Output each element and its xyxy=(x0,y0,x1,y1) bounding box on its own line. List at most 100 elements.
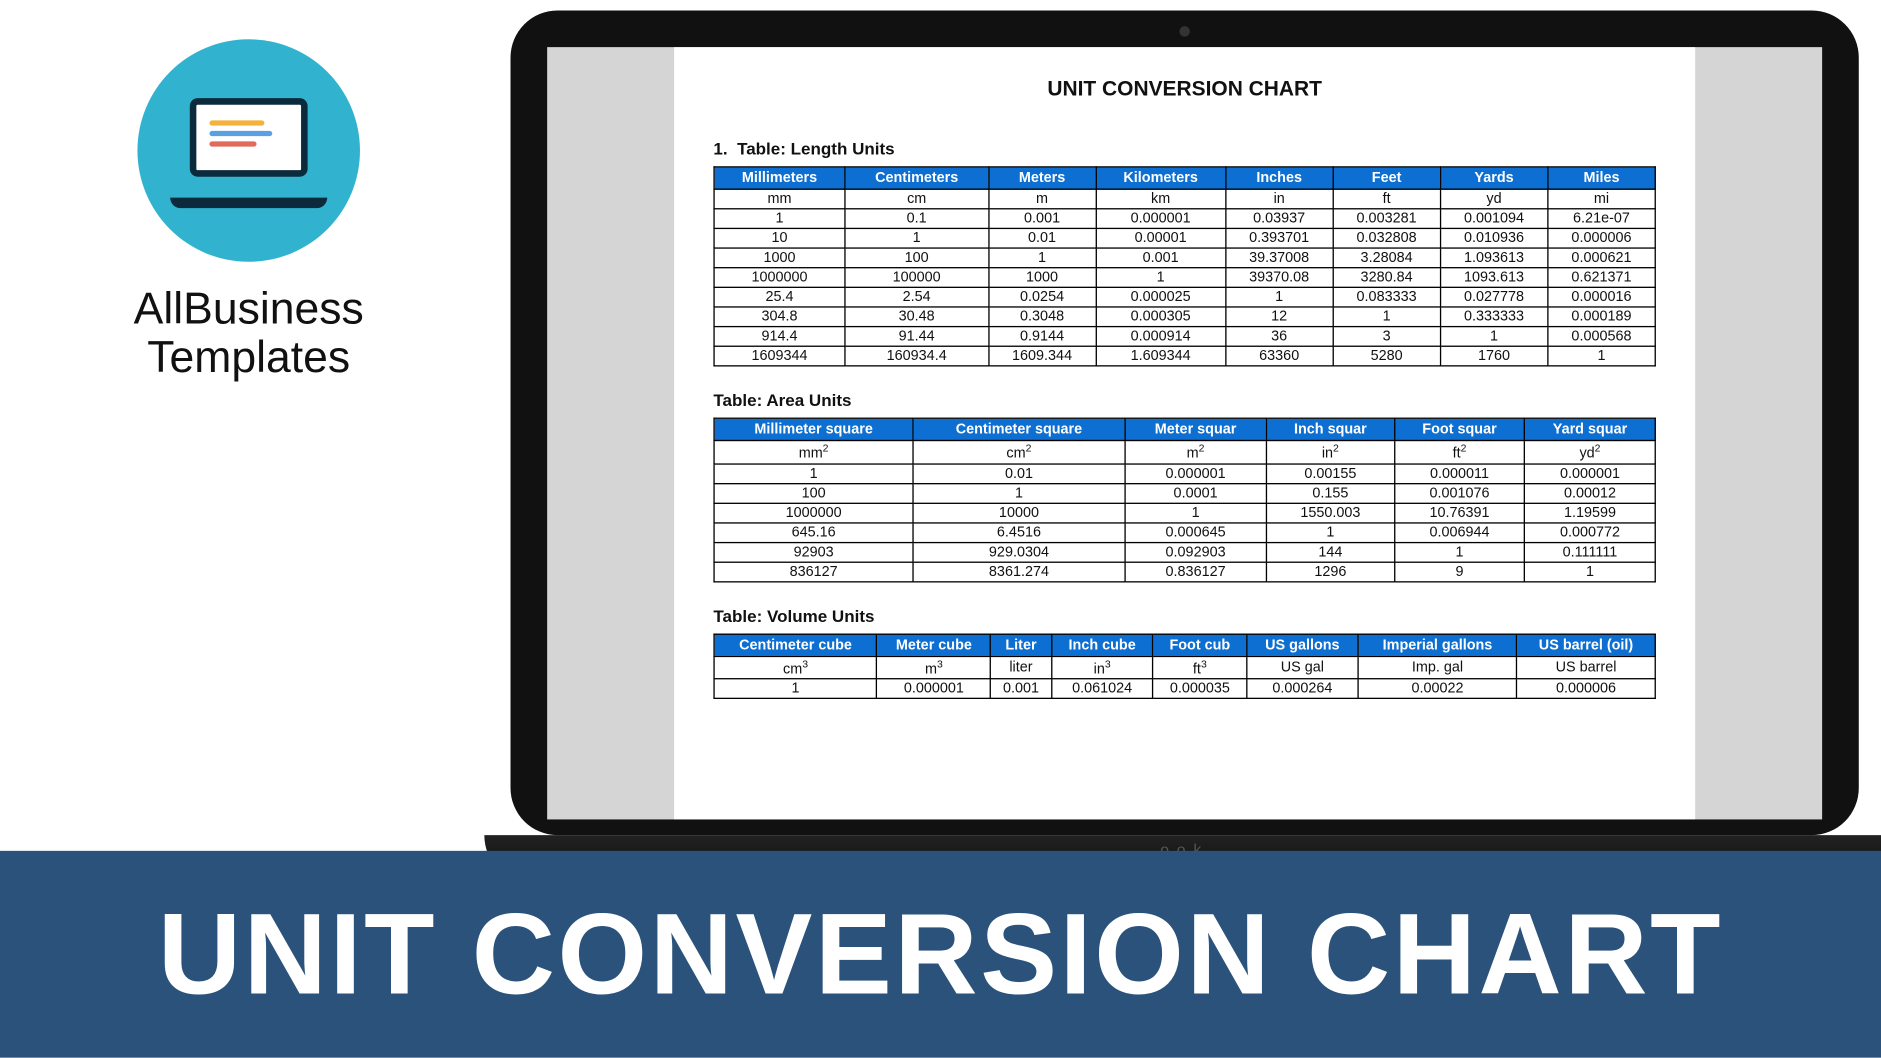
table-cell: 30.48 xyxy=(845,307,988,327)
table-cell: 3.28084 xyxy=(1333,248,1440,268)
table-cell: 0.333333 xyxy=(1440,307,1547,327)
table-header-cell: Inch cube xyxy=(1051,634,1153,656)
table-row: 1609344160934.41609.3441.609344633605280… xyxy=(714,346,1655,366)
table-cell: 1 xyxy=(1266,522,1394,542)
table-cell: 0.010936 xyxy=(1440,228,1547,248)
table-header-cell: Foot squar xyxy=(1394,418,1524,440)
table-row: 914.491.440.91440.00091436310.000568 xyxy=(714,327,1655,347)
table-unit-cell: cm2 xyxy=(913,440,1125,463)
table-header-cell: Imperial gallons xyxy=(1358,634,1517,656)
table-cell: 645.16 xyxy=(714,522,913,542)
table-header-cell: Yard squar xyxy=(1525,418,1656,440)
table-cell: 0.000006 xyxy=(1517,679,1655,699)
table-cell: 144 xyxy=(1266,542,1394,562)
table-cell: 1000 xyxy=(714,248,845,268)
table-cell: 0.3048 xyxy=(988,307,1095,327)
table-cell: 0.000035 xyxy=(1153,679,1246,699)
document-title: UNIT CONVERSION CHART xyxy=(713,79,1655,103)
table-cell: 39370.08 xyxy=(1225,268,1332,288)
table-cell: 1 xyxy=(1440,327,1547,347)
table-cell: 836127 xyxy=(714,562,913,582)
table-cell: 0.000011 xyxy=(1394,464,1524,484)
table-cell: 0.00012 xyxy=(1525,483,1656,503)
table-cell: 0.000264 xyxy=(1247,679,1359,699)
table-cell: 0.155 xyxy=(1266,483,1394,503)
table-unit-cell: ft xyxy=(1333,189,1440,209)
table-cell: 100 xyxy=(714,483,913,503)
table-cell: 1 xyxy=(714,679,877,699)
section-label-area: Table: Area Units xyxy=(713,390,1655,410)
table-cell: 0.000772 xyxy=(1525,522,1656,542)
table-header-cell: Liter xyxy=(991,634,1051,656)
table-unit-cell: in3 xyxy=(1051,656,1153,679)
table-cell: 0.000001 xyxy=(1096,209,1226,229)
table-cell: 6.21e-07 xyxy=(1548,209,1656,229)
table-cell: 1 xyxy=(913,483,1125,503)
table-cell: 1550.003 xyxy=(1266,503,1394,523)
document-page: UNIT CONVERSION CHART 1. Table: Length U… xyxy=(674,47,1695,819)
table-cell: 1000000 xyxy=(714,503,913,523)
table-cell: 0.000645 xyxy=(1125,522,1267,542)
area-units-table: Millimeter squareCentimeter squareMeter … xyxy=(713,418,1655,582)
section-label-volume: Table: Volume Units xyxy=(713,606,1655,626)
table-cell: 0.006944 xyxy=(1394,522,1524,542)
table-cell: 1 xyxy=(714,209,845,229)
table-cell: 160934.4 xyxy=(845,346,988,366)
table-row: 10.0000010.0010.0610240.0000350.0002640.… xyxy=(714,679,1655,699)
table-cell: 0.393701 xyxy=(1225,228,1332,248)
table-row: 8361278361.2740.836127129691 xyxy=(714,562,1655,582)
table-cell: 0.00022 xyxy=(1358,679,1517,699)
table-header-cell: Centimeter square xyxy=(913,418,1125,440)
table-cell: 0.0001 xyxy=(1125,483,1267,503)
table-header-cell: US gallons xyxy=(1247,634,1359,656)
brand-logo: AllBusiness Templates xyxy=(79,39,419,383)
table-cell: 1000000 xyxy=(714,268,845,288)
section-label-length: 1. Table: Length Units xyxy=(713,139,1655,159)
table-unit-cell: yd xyxy=(1440,189,1547,209)
table-unit-cell: cm xyxy=(845,189,988,209)
table-cell: 1760 xyxy=(1440,346,1547,366)
table-row: 25.42.540.02540.00002510.0833330.0277780… xyxy=(714,287,1655,307)
table-cell: 0.001094 xyxy=(1440,209,1547,229)
table-cell: 92903 xyxy=(714,542,913,562)
table-cell: 0.01 xyxy=(988,228,1095,248)
table-cell: 0.092903 xyxy=(1125,542,1267,562)
table-cell: 0.000025 xyxy=(1096,287,1226,307)
table-cell: 1296 xyxy=(1266,562,1394,582)
table-cell: 8361.274 xyxy=(913,562,1125,582)
table-cell: 0.000305 xyxy=(1096,307,1226,327)
table-cell: 1 xyxy=(714,464,913,484)
table-unit-cell: ft2 xyxy=(1394,440,1524,463)
table-header-cell: Millimeters xyxy=(714,167,845,189)
table-cell: 0.00001 xyxy=(1096,228,1226,248)
table-header-cell: Yards xyxy=(1440,167,1547,189)
table-header-cell: Foot cub xyxy=(1153,634,1246,656)
table-header-cell: Meter squar xyxy=(1125,418,1267,440)
table-cell: 929.0304 xyxy=(913,542,1125,562)
table-header-cell: Feet xyxy=(1333,167,1440,189)
table-cell: 0.003281 xyxy=(1333,209,1440,229)
table-unit-cell: mm xyxy=(714,189,845,209)
table-cell: 304.8 xyxy=(714,307,845,327)
table-cell: 36 xyxy=(1225,327,1332,347)
table-unit-cell: Imp. gal xyxy=(1358,656,1517,679)
table-cell: 1093.613 xyxy=(1440,268,1547,288)
table-unit-cell: m2 xyxy=(1125,440,1267,463)
table-unit-cell: in2 xyxy=(1266,440,1394,463)
table-unit-cell: yd2 xyxy=(1525,440,1656,463)
table-cell: 0.0254 xyxy=(988,287,1095,307)
table-row: 10.10.0010.0000010.039370.0032810.001094… xyxy=(714,209,1655,229)
table-unit-cell: US gal xyxy=(1247,656,1359,679)
table-cell: 0.836127 xyxy=(1125,562,1267,582)
table-row: 10.010.0000010.001550.0000110.000001 xyxy=(714,464,1655,484)
table-cell: 0.000568 xyxy=(1548,327,1656,347)
table-cell: 0.000001 xyxy=(1525,464,1656,484)
table-cell: 1 xyxy=(1394,542,1524,562)
table-unit-cell: m xyxy=(988,189,1095,209)
table-row: 10000001000011550.00310.763911.19599 xyxy=(714,503,1655,523)
table-cell: 0.111111 xyxy=(1525,542,1656,562)
table-header-cell: Meter cube xyxy=(877,634,991,656)
table-unit-cell: mm2 xyxy=(714,440,913,463)
table-row: 10010.00010.1550.0010760.00012 xyxy=(714,483,1655,503)
table-cell: 0.000001 xyxy=(1125,464,1267,484)
